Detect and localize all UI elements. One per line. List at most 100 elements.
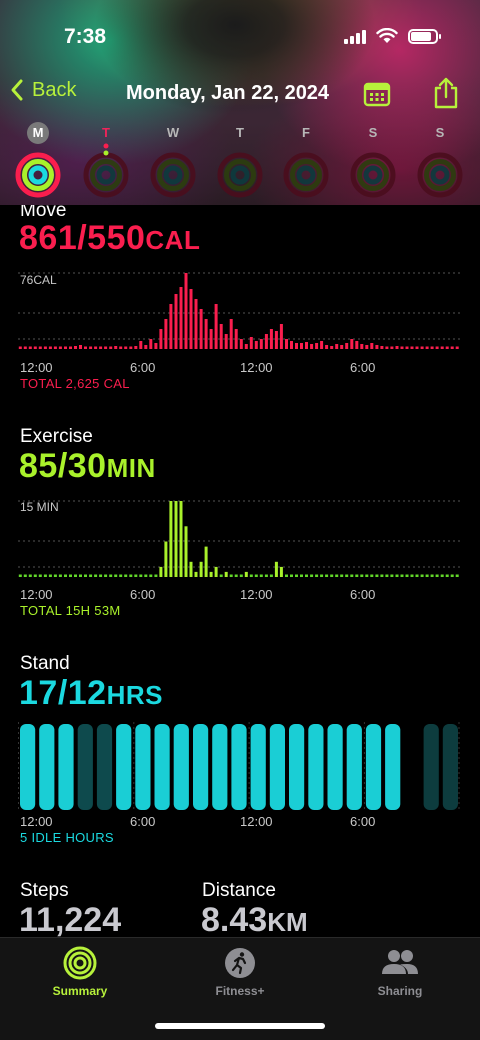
dot — [103, 143, 109, 149]
day-0[interactable]: M — [13, 122, 63, 198]
tab-sharing[interactable]: Sharing — [340, 946, 460, 998]
day-4[interactable]: F — [281, 122, 331, 198]
move-axis: 12:00 6:00 12:00 6:00 — [20, 360, 460, 376]
stand-bar — [231, 724, 247, 810]
calendar-icon — [363, 82, 391, 107]
tab-fitness-plus[interactable]: Fitness+ — [180, 946, 300, 998]
chart-bar — [229, 574, 233, 577]
chart-bar — [375, 345, 379, 349]
exercise-chart — [18, 500, 460, 577]
chart-bar — [395, 574, 399, 577]
chart-bar — [23, 346, 27, 349]
chart-bar — [455, 346, 459, 349]
day-letter: M — [27, 122, 49, 144]
stand-bar — [77, 724, 93, 810]
day-2[interactable]: W — [148, 122, 198, 198]
chart-bar — [84, 574, 87, 577]
exercise-total: TOTAL 15H 53M — [20, 603, 121, 618]
tab-summary-label: Summary — [52, 984, 108, 998]
chart-bar — [18, 346, 22, 349]
ring-track — [363, 165, 383, 185]
calendar-button[interactable] — [362, 78, 392, 113]
stand-bar — [58, 724, 74, 810]
chart-bar — [144, 574, 148, 577]
chart-bar — [405, 346, 409, 349]
chart-bar — [209, 571, 213, 577]
stand-bar — [96, 724, 113, 810]
move-axis-tick: 6:00 — [350, 360, 376, 375]
chart-bar — [350, 339, 354, 349]
back-button[interactable]: Back — [10, 78, 76, 102]
chart-bar — [400, 574, 404, 577]
move-value: 861/550CAL — [19, 219, 200, 258]
stand-bar — [442, 724, 458, 810]
chart-bar — [385, 346, 389, 349]
chart-bar — [164, 541, 168, 577]
chart-bar — [134, 346, 138, 349]
move-axis-tick: 12:00 — [240, 360, 273, 375]
share-button[interactable] — [432, 76, 460, 115]
chart-bar — [58, 346, 62, 349]
chart-bar — [285, 339, 288, 349]
chart-bar — [94, 574, 98, 577]
chart-bar — [149, 339, 153, 349]
chart-bar — [330, 346, 334, 349]
day-letter: W — [166, 125, 180, 140]
chart-bar — [355, 574, 359, 577]
steps-value: 11,224 — [19, 901, 122, 937]
day-1[interactable]: T — [81, 122, 131, 198]
ring-track — [296, 165, 316, 185]
chart-bar — [199, 561, 203, 577]
chart-bar — [189, 561, 193, 577]
exercise-axis-tick: 12:00 — [20, 587, 53, 602]
chart-bar — [425, 574, 429, 577]
tab-summary[interactable]: Summary — [20, 946, 140, 998]
chart-bar — [310, 574, 314, 577]
chart-bar — [84, 346, 87, 349]
activity-ring-icon — [417, 152, 463, 198]
tab-sharing-label: Sharing — [377, 984, 423, 998]
stand-bar — [365, 724, 382, 810]
chart-bar — [410, 346, 414, 349]
chart-bar — [395, 346, 399, 349]
share-icon — [434, 77, 458, 109]
chart-bar — [390, 574, 394, 577]
chart-bar — [154, 574, 158, 577]
chart-bar — [48, 346, 52, 349]
chart-bar — [345, 574, 349, 577]
chart-bar — [430, 574, 434, 577]
chart-bar — [325, 574, 329, 577]
stand-bar — [269, 724, 285, 810]
chart-bar — [290, 341, 293, 349]
chart-bar — [48, 574, 52, 577]
activity-ring-icon — [83, 152, 129, 198]
distance-value: 8.43KM — [201, 901, 308, 937]
exercise-axis: 12:00 6:00 12:00 6:00 — [20, 587, 460, 603]
chart-bar — [420, 574, 424, 577]
chart-bar — [94, 346, 98, 349]
chart-bar — [415, 574, 419, 577]
chart-bar — [345, 343, 349, 349]
stand-bar — [423, 724, 439, 810]
chart-bar — [249, 337, 253, 349]
chart-bar — [259, 574, 263, 577]
chart-bar — [209, 329, 213, 349]
chart-bar — [375, 574, 379, 577]
day-3[interactable]: T — [215, 122, 265, 198]
chart-bar — [450, 346, 454, 349]
chart-bar — [239, 574, 243, 577]
chart-bar — [64, 346, 67, 349]
stand-axis-tick: 6:00 — [130, 814, 156, 829]
battery-fill — [411, 31, 431, 41]
chart-bar — [179, 287, 183, 349]
stand-total: 5 IDLE HOURS — [20, 830, 114, 845]
activity-content: Move 861/550CAL 76CAL 12:00 6:00 12:00 6… — [0, 205, 480, 937]
day-6[interactable]: S — [415, 122, 465, 198]
chart-bar — [219, 324, 223, 349]
chart-bar — [254, 574, 258, 577]
activity-ring-icon — [15, 152, 61, 198]
chevron-left-icon — [11, 79, 23, 101]
chart-bar — [410, 574, 414, 577]
stand-title: Stand — [20, 653, 70, 674]
day-5[interactable]: S — [348, 122, 398, 198]
